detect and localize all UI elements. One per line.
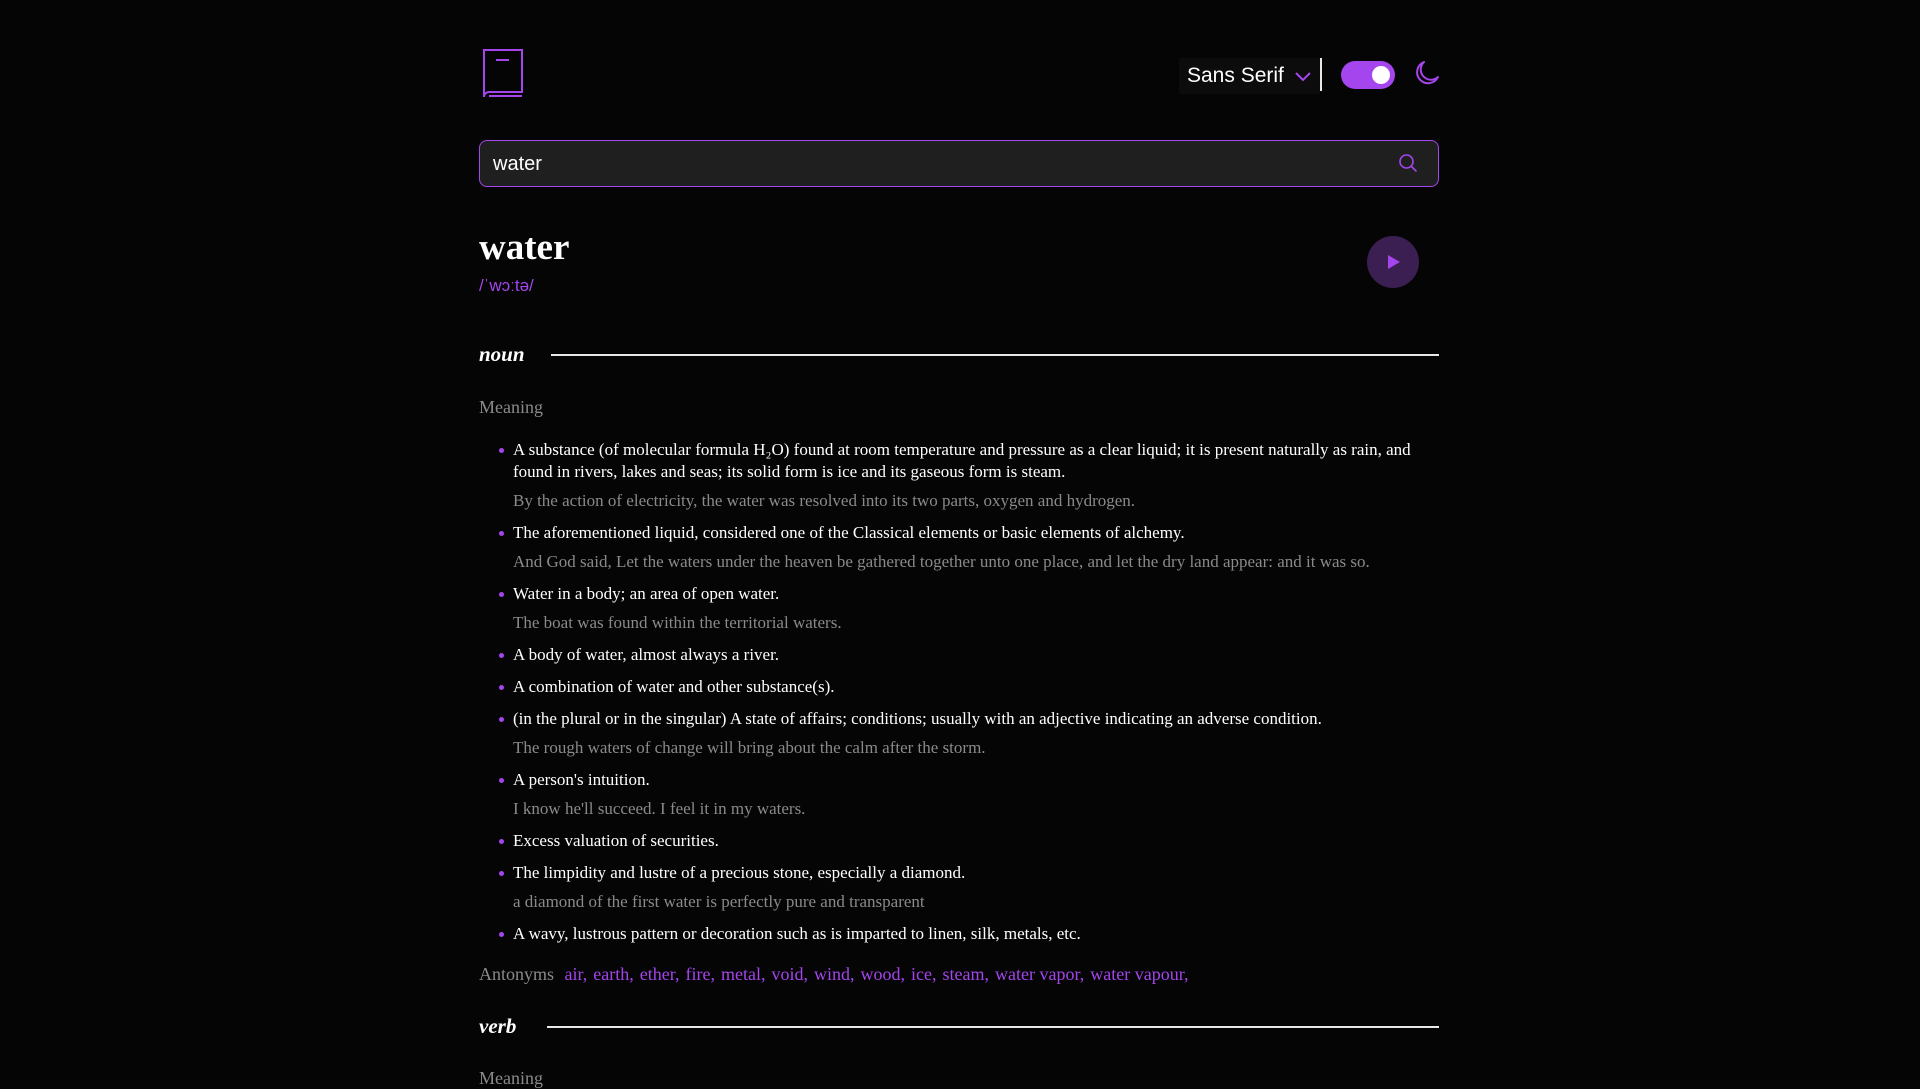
- bullet-icon: [499, 778, 504, 783]
- meaning-label: Meaning: [479, 397, 543, 417]
- definition-example: And God said, Let the waters under the h…: [513, 552, 1370, 571]
- antonym-link[interactable]: ether,: [640, 964, 680, 984]
- antonyms-label: Antonyms: [479, 964, 555, 984]
- moon-icon: [1416, 61, 1439, 85]
- antonym-link[interactable]: air,: [565, 964, 588, 984]
- definition-text: A wavy, lustrous pattern or decoration s…: [513, 924, 1081, 943]
- definition-item: Water in a body; an area of open water. T…: [479, 583, 1439, 634]
- definition-example: By the action of electricity, the water …: [513, 491, 1136, 510]
- book-icon: [483, 49, 523, 98]
- antonym-link[interactable]: wood,: [861, 964, 906, 984]
- definition-example: I know he'll succeed. I feel it in my wa…: [513, 799, 806, 818]
- definition-item: A body of water, almost always a river.: [479, 644, 1439, 666]
- section-divider: [547, 1026, 1439, 1028]
- definition-example: a diamond of the first water is perfectl…: [513, 892, 925, 911]
- definition-item: A person's intuition. I know he'll succee…: [479, 769, 1439, 820]
- meaning-label: Meaning: [479, 1068, 543, 1088]
- font-selector-label: Sans Serif: [1187, 64, 1284, 87]
- definition-item: A wavy, lustrous pattern or decoration s…: [479, 923, 1439, 945]
- antonym-link[interactable]: earth,: [593, 964, 633, 984]
- definition-example: The rough waters of change will bring ab…: [513, 738, 986, 757]
- search-input[interactable]: [491, 141, 1375, 187]
- part-of-speech-noun: noun: [479, 342, 525, 366]
- search-bar: [479, 140, 1439, 187]
- definition-text: A substance (of molecular formula H₂O) f…: [513, 440, 1411, 481]
- bullet-icon: [499, 685, 504, 690]
- app-header: Sans Serif: [479, 44, 1441, 100]
- chevron-down-icon: [1295, 72, 1311, 82]
- bullet-icon: [499, 717, 504, 722]
- antonym-link[interactable]: steam,: [943, 964, 990, 984]
- definition-example: The boat was found within the territoria…: [513, 613, 842, 632]
- antonyms-list: air, earth, ether, fire, metal, void, wind, woo…: [565, 964, 1195, 984]
- header-divider: [1320, 58, 1322, 91]
- definition-text: A person's intuition.: [513, 770, 650, 789]
- definition-item: The aforementioned liquid, considered on…: [479, 522, 1439, 573]
- play-audio-button[interactable]: [1367, 236, 1419, 288]
- bullet-icon: [499, 871, 504, 876]
- definition-text: (in the plural or in the singular) A sta…: [513, 709, 1322, 728]
- headword: water: [479, 227, 570, 268]
- antonyms-row: Antonyms air, earth, ether, fire, metal, void…: [479, 964, 1195, 985]
- definition-item: A substance (of molecular formula H₂O) f…: [479, 439, 1439, 512]
- font-selector[interactable]: Sans Serif: [1179, 58, 1320, 94]
- antonym-link[interactable]: water vapor,: [995, 964, 1084, 984]
- antonym-link[interactable]: metal,: [721, 964, 765, 984]
- definition-item: A combination of water and other substan…: [479, 676, 1439, 698]
- antonym-link[interactable]: wind,: [814, 964, 855, 984]
- bullet-icon: [499, 653, 504, 658]
- section-divider: [551, 354, 1439, 356]
- definition-text: A combination of water and other substan…: [513, 677, 835, 696]
- theme-toggle-knob: [1372, 66, 1390, 84]
- definition-item: The limpidity and lustre of a precious s…: [479, 862, 1439, 913]
- play-icon: [1388, 255, 1400, 269]
- definition-text: Water in a body; an area of open water.: [513, 584, 780, 603]
- theme-toggle[interactable]: [1341, 61, 1395, 89]
- search-icon[interactable]: [1398, 153, 1418, 173]
- antonym-link[interactable]: fire,: [686, 964, 715, 984]
- part-of-speech-verb: verb: [479, 1014, 517, 1038]
- phonetic: /ˈwɔːtə/: [479, 276, 534, 295]
- definition-item: (in the plural or in the singular) A sta…: [479, 708, 1439, 759]
- antonym-link[interactable]: ice,: [911, 964, 936, 984]
- bullet-icon: [499, 531, 504, 536]
- bullet-icon: [499, 932, 504, 937]
- bullet-icon: [499, 839, 504, 844]
- antonym-link[interactable]: void,: [772, 964, 809, 984]
- bullet-icon: [499, 592, 504, 597]
- definition-list: A substance (of molecular formula H₂O) f…: [479, 439, 1439, 955]
- definition-text: A body of water, almost always a river.: [513, 645, 780, 664]
- definition-text: The aforementioned liquid, considered on…: [513, 523, 1185, 542]
- bullet-icon: [499, 448, 504, 453]
- antonym-link[interactable]: water vapour,: [1090, 964, 1188, 984]
- definition-item: Excess valuation of securities.: [479, 830, 1439, 852]
- section-noun-header: noun: [479, 339, 1439, 369]
- definition-text: Excess valuation of securities.: [513, 831, 719, 850]
- section-verb-header: verb: [479, 1011, 1439, 1041]
- definition-text: The limpidity and lustre of a precious s…: [513, 863, 966, 882]
